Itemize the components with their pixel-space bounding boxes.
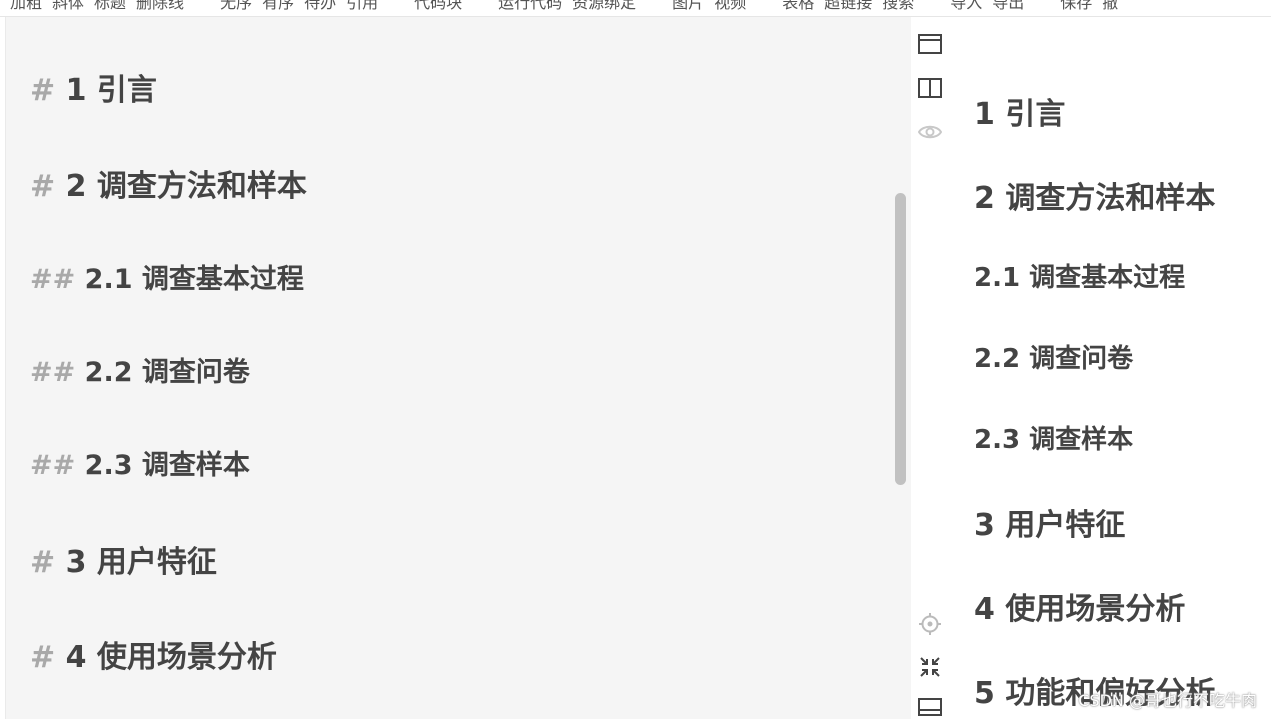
toolbar-button[interactable]: 有序 [262,0,294,13]
toolbar-separator [472,0,498,13]
editor-line[interactable]: # 3 用户特征 [30,537,217,581]
preview-heading: 4 使用场景分析 [974,592,1186,627]
editor-scrollbar-thumb[interactable] [895,193,906,485]
editor-pane[interactable]: # 1 引言 # 2 调查方法和样本 ## 2.1 调查基本过程 ## 2.2 … [5,17,912,719]
toolbar-button[interactable]: 加粗 [10,0,42,13]
heading-marker: # [30,545,56,580]
toolbar-separator [646,0,672,13]
preview-heading: 1 引言 [974,97,1066,132]
watermark: CSDN @哥也行不吃牛肉 [1078,691,1257,710]
toolbar-button[interactable]: 超链接 [824,0,872,13]
editor-line-text: 2 调查方法和样本 [65,169,307,204]
heading-marker: ## [30,450,76,481]
toolbar-separator [388,0,414,13]
toolbar-button[interactable]: 资源绑定 [572,0,636,13]
panel-toggle-icon[interactable] [918,697,942,719]
toolbar-button[interactable]: 无序 [220,0,252,13]
toolbar-button[interactable]: 图片 [672,0,704,13]
heading-marker: # [30,169,56,204]
fullscreen-icon[interactable] [918,655,942,679]
markdown-editor-app: 加粗 斜体 标题 删除线 无序 有序 待办 引用 代码块 运行代码 资源绑定 图片 视频 表格 超链接 搜索 导… [0,0,1271,719]
split-view-icon[interactable] [918,76,942,100]
toolbar-button[interactable]: 保存 [1060,0,1092,13]
toolbar-button[interactable]: 搜索 [882,0,914,13]
toolbar-separator [1034,0,1060,13]
editor-line[interactable]: # 1 引言 [30,65,157,109]
editor-line-text: 4 使用场景分析 [65,640,277,675]
toolbar-separator [194,0,220,13]
toolbar-button[interactable]: 引用 [346,0,378,13]
toolbar-button[interactable]: 导出 [992,0,1024,13]
toolbar-button[interactable]: 斜体 [52,0,84,13]
preview-pane: 1 引言 2 调查方法和样本 2.1 调查基本过程 2.2 调查问卷 2.3 调… [951,17,1271,719]
editor-only-icon[interactable] [918,32,942,56]
editor-line-text: 2.3 调查样本 [84,450,250,481]
heading-marker: # [30,640,56,675]
toolbar-button[interactable]: 运行代码 [498,0,562,13]
preview-heading: 2.2 调查问卷 [974,344,1134,374]
editor-line-text: 1 引言 [65,73,157,108]
toolbar-button[interactable]: 待办 [304,0,336,13]
editor-line[interactable]: ## 2.1 调查基本过程 [30,257,304,296]
preview-heading: 2 调查方法和样本 [974,181,1216,216]
preview-heading: 3 用户特征 [974,508,1126,543]
toolbar-items: 加粗 斜体 标题 删除线 无序 有序 待办 引用 代码块 运行代码 资源绑定 图片 视频 表格 超链接 搜索 导… [10,0,1128,13]
heading-marker: # [30,73,56,108]
preview-eye-icon[interactable] [917,120,943,144]
toolbar-button[interactable]: 视频 [714,0,746,13]
editor-line[interactable]: ## 2.3 调查样本 [30,443,250,482]
preview-heading: 2.3 调查样本 [974,425,1134,455]
toolbar-button[interactable]: 撤 [1102,0,1118,13]
sync-scroll-target-icon[interactable] [918,612,942,636]
toolbar: 加粗 斜体 标题 删除线 无序 有序 待办 引用 代码块 运行代码 资源绑定 图片 视频 表格 超链接 搜索 导… [0,0,1271,17]
heading-marker: ## [30,264,76,295]
editor-line-text: 2.1 调查基本过程 [84,264,304,295]
heading-marker: ## [30,357,76,388]
preview-heading: 2.1 调查基本过程 [974,263,1186,293]
editor-line-text: 3 用户特征 [65,545,217,580]
toolbar-button[interactable]: 删除线 [136,0,184,13]
editor-line[interactable]: # 2 调查方法和样本 [30,161,307,205]
toolbar-separator [924,0,950,13]
editor-line-text: 2.2 调查问卷 [84,357,250,388]
toolbar-button[interactable]: 标题 [94,0,126,13]
editor-line[interactable]: # 4 使用场景分析 [30,632,277,676]
toolbar-button[interactable]: 表格 [782,0,814,13]
toolbar-button[interactable]: 代码块 [414,0,462,13]
editor-line[interactable]: ## 2.2 调查问卷 [30,350,250,389]
toolbar-separator [756,0,782,13]
toolbar-button[interactable]: 导入 [950,0,982,13]
